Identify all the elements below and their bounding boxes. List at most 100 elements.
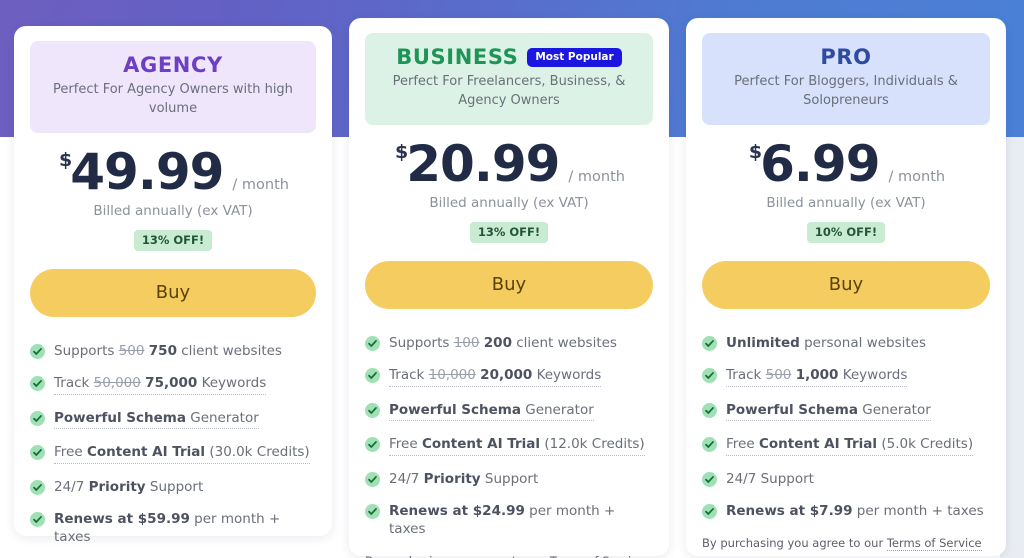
new-value: 200: [483, 334, 512, 351]
price-block: $ 20.99 / month Billed annually (ex VAT)…: [365, 139, 653, 243]
feature-text: Renews at $24.99 per month + taxes: [389, 503, 616, 537]
feature-item: Free Content AI Trial (5.0k Credits): [702, 436, 990, 456]
feature-text: 24/7 Priority Support: [54, 478, 204, 495]
buy-button[interactable]: Buy: [30, 268, 316, 317]
plan-title-row: BUSINESS Most Popular: [379, 45, 639, 69]
buy-button[interactable]: Buy: [702, 260, 990, 309]
plan-header: AGENCY Perfect For Agency Owners with hi…: [30, 41, 316, 133]
new-value: 1,000: [795, 367, 839, 384]
feature-text: Powerful Schema Generator: [389, 402, 594, 422]
feature-item: Powerful Schema Generator: [702, 402, 990, 422]
billing-note: Billed annually (ex VAT): [429, 194, 589, 211]
feature-item: Free Content AI Trial (30.0k Credits): [30, 444, 316, 464]
plan-description: Perfect For Freelancers, Business, & Age…: [392, 74, 626, 108]
feature-text: Supports 100 200 client websites: [389, 334, 617, 351]
price-row: $ 49.99 / month: [30, 147, 316, 197]
plan-description: Perfect For Agency Owners with high volu…: [53, 82, 293, 116]
feature-text: Free Content AI Trial (12.0k Credits): [389, 436, 645, 456]
price-amount: 20.99: [406, 134, 560, 193]
check-circle-icon: [30, 512, 45, 528]
billing-note: Billed annually (ex VAT): [93, 202, 253, 219]
check-circle-icon: [702, 437, 717, 453]
feature-text: 24/7 Support: [726, 470, 814, 487]
feature-text: Track 500 1,000 Keywords: [726, 367, 908, 387]
pricing-card-pro: PRO Perfect For Bloggers, Individuals & …: [686, 18, 1006, 556]
feature-item: Supports 500 750 client websites: [30, 343, 316, 361]
new-value: Renews at $7.99: [726, 503, 853, 520]
new-value: Priority: [423, 470, 481, 487]
feature-text: Track 50,000 75,000 Keywords: [54, 375, 267, 395]
feature-text: Unlimited personal websites: [726, 334, 927, 351]
new-value: Renews at $59.99: [54, 511, 190, 528]
price-row: $ 20.99 / month: [365, 139, 653, 189]
new-value: Powerful Schema: [726, 401, 858, 418]
plan-title: PRO: [820, 45, 872, 69]
feature-list: Supports 100 200 client websites Track 10…: [365, 335, 653, 539]
price-block: $ 49.99 / month Billed annually (ex VAT)…: [30, 147, 316, 251]
billing-period: / month: [232, 176, 289, 193]
feature-text: Renews at $7.99 per month + taxes: [726, 503, 984, 520]
price-amount: 6.99: [760, 134, 880, 193]
feature-text: Powerful Schema Generator: [54, 410, 259, 430]
feature-item: Supports 100 200 client websites: [365, 335, 653, 353]
plan-title: BUSINESS: [396, 45, 519, 69]
feature-item: Renews at $7.99 per month + taxes: [702, 503, 990, 521]
terms-prefix: By purchasing you agree to our: [702, 535, 887, 550]
terms-prefix: By purchasing you agree to our: [365, 554, 550, 558]
check-circle-icon: [365, 335, 380, 351]
terms-of-service-link[interactable]: Terms of Service: [886, 535, 982, 551]
feature-text: Supports 500 750 client websites: [54, 342, 282, 359]
new-value: Renews at $24.99: [389, 503, 525, 520]
feature-text: Free Content AI Trial (5.0k Credits): [726, 436, 974, 456]
plan-description: Perfect For Bloggers, Individuals & Solo…: [734, 74, 958, 108]
check-circle-icon: [365, 504, 380, 520]
feature-item: Track 10,000 20,000 Keywords: [365, 367, 653, 387]
buy-button[interactable]: Buy: [365, 260, 653, 309]
check-circle-icon: [365, 471, 380, 487]
feature-item: Powerful Schema Generator: [30, 410, 316, 430]
check-circle-icon: [702, 504, 717, 520]
feature-item: Track 50,000 75,000 Keywords: [30, 375, 316, 395]
terms-of-service-link[interactable]: Terms of Service: [549, 553, 645, 558]
old-value: 100: [453, 334, 480, 351]
plan-header: BUSINESS Most Popular Perfect For Freela…: [365, 33, 653, 125]
check-circle-icon: [365, 437, 380, 453]
feature-text: 24/7 Priority Support: [389, 470, 539, 487]
check-circle-icon: [30, 410, 45, 426]
billing-note: Billed annually (ex VAT): [766, 194, 926, 211]
plan-title: AGENCY: [123, 53, 223, 77]
check-circle-icon: [30, 376, 45, 392]
check-circle-icon: [702, 471, 717, 487]
feature-list: Supports 500 750 client websites Track 50…: [30, 343, 316, 547]
discount-badge: 13% OFF!: [133, 229, 213, 251]
feature-item: Renews at $24.99 per month + taxes: [365, 503, 653, 538]
old-value: 50,000: [93, 375, 141, 392]
feature-item: 24/7 Priority Support: [30, 479, 316, 497]
new-value: 20,000: [480, 367, 533, 384]
pricing-card-agency: AGENCY Perfect For Agency Owners with hi…: [14, 26, 332, 545]
plan-header: PRO Perfect For Bloggers, Individuals & …: [702, 33, 990, 125]
currency-symbol: $: [395, 140, 409, 163]
check-circle-icon: [702, 402, 717, 418]
plan-title-row: PRO: [716, 45, 976, 69]
feature-text: Track 10,000 20,000 Keywords: [389, 367, 602, 387]
check-circle-icon: [365, 402, 380, 418]
check-circle-icon: [30, 445, 45, 461]
terms-notice: By purchasing you agree to our Terms of …: [702, 535, 990, 551]
check-circle-icon: [30, 479, 45, 495]
old-value: 500: [765, 367, 792, 384]
old-value: 500: [118, 342, 145, 359]
plan-title-row: AGENCY: [44, 53, 302, 77]
feature-item: 24/7 Support: [702, 471, 990, 489]
feature-item: Powerful Schema Generator: [365, 402, 653, 422]
price-amount: 49.99: [70, 142, 224, 201]
new-value: 750: [148, 342, 177, 359]
billing-period: / month: [568, 168, 625, 185]
feature-item: Free Content AI Trial (12.0k Credits): [365, 436, 653, 456]
check-circle-icon: [702, 368, 717, 384]
new-value: Priority: [88, 478, 146, 495]
discount-badge: 10% OFF!: [806, 221, 886, 243]
feature-item: 24/7 Priority Support: [365, 471, 653, 489]
feature-list: Unlimited personal websites Track 500 1,0…: [702, 335, 990, 521]
new-value: Powerful Schema: [54, 409, 186, 426]
